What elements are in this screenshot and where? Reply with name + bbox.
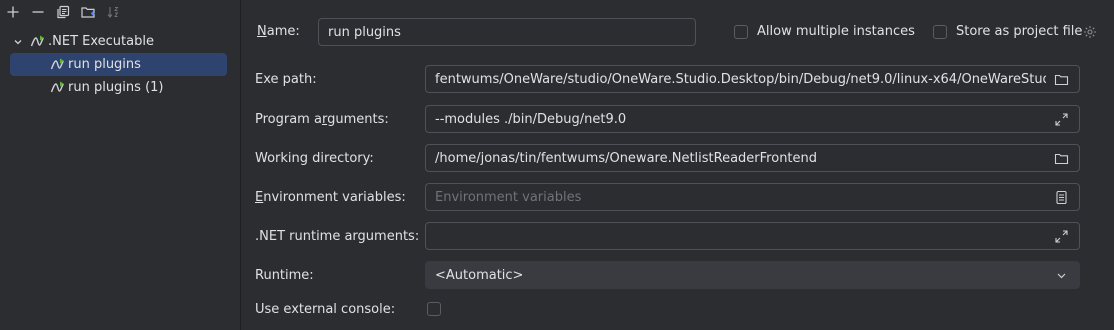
external-console-label: Use external console: — [255, 302, 396, 317]
tree-group-label: .NET Executable — [48, 34, 154, 49]
exe-path-label: Exe path: — [255, 72, 317, 87]
name-label: Name: — [257, 24, 300, 39]
runtime-label: Runtime: — [255, 268, 314, 283]
copy-icon[interactable] — [54, 3, 72, 21]
environment-variables-label: Environment variables: — [255, 190, 406, 205]
tree-item-run-plugins-1[interactable]: run plugins (1) — [0, 76, 240, 99]
store-project-label: Store as project file — [956, 24, 1083, 39]
tree-item-label: run plugins — [68, 57, 141, 72]
chevron-down-icon[interactable] — [11, 35, 25, 49]
dotnet-config-icon — [50, 80, 66, 96]
external-console-checkbox[interactable] — [427, 302, 441, 316]
tree-group-dotnet-executable[interactable]: .NET Executable — [0, 30, 240, 53]
configurations-tree: .NET Executable run plugins run plugins … — [0, 30, 240, 99]
run-configuration-dialog: .NET Executable run plugins run plugins … — [0, 0, 1114, 330]
folder-icon[interactable] — [1052, 70, 1070, 88]
exe-path-value: fentwums/OneWare/studio/OneWare.Studio.D… — [435, 71, 1046, 87]
expand-icon[interactable] — [1052, 110, 1070, 128]
configurations-panel: .NET Executable run plugins run plugins … — [0, 0, 240, 330]
program-arguments-value: --modules ./bin/Debug/net9.0 — [435, 111, 627, 127]
add-icon[interactable] — [4, 3, 22, 21]
new-folder-icon[interactable] — [79, 3, 97, 21]
name-input[interactable]: run plugins — [318, 18, 696, 46]
environment-variables-input[interactable]: Environment variables — [425, 183, 1080, 211]
sort-icon — [104, 3, 122, 21]
working-directory-value: /home/jonas/tin/fentwums/Oneware.Netlist… — [435, 150, 818, 166]
tree-item-run-plugins[interactable]: run plugins — [10, 53, 227, 76]
exe-path-input[interactable]: fentwums/OneWare/studio/OneWare.Studio.D… — [425, 65, 1080, 93]
tree-item-label: run plugins (1) — [68, 80, 164, 95]
runtime-value: <Automatic> — [435, 267, 524, 283]
runtime-select[interactable]: <Automatic> — [425, 261, 1080, 289]
runtime-arguments-label: .NET runtime arguments: — [255, 229, 420, 244]
runtime-arguments-input[interactable] — [425, 222, 1080, 250]
environment-variables-placeholder: Environment variables — [435, 189, 582, 205]
folder-icon[interactable] — [1052, 149, 1070, 167]
name-value: run plugins — [328, 24, 401, 40]
gear-icon[interactable] — [1083, 25, 1097, 39]
allow-multiple-label: Allow multiple instances — [757, 24, 915, 39]
remove-icon[interactable] — [29, 3, 47, 21]
dotnet-config-icon — [50, 57, 66, 73]
configurations-toolbar — [2, 2, 122, 22]
chevron-down-icon[interactable] — [1052, 266, 1070, 284]
store-project-checkbox[interactable] — [933, 25, 947, 39]
configuration-form: Name: run plugins Allow multiple instanc… — [241, 0, 1114, 330]
document-icon[interactable] — [1052, 188, 1070, 206]
program-arguments-input[interactable]: --modules ./bin/Debug/net9.0 — [425, 105, 1080, 133]
allow-multiple-checkbox[interactable] — [734, 25, 748, 39]
expand-icon[interactable] — [1052, 227, 1070, 245]
working-directory-label: Working directory: — [255, 151, 374, 166]
working-directory-input[interactable]: /home/jonas/tin/fentwums/Oneware.Netlist… — [425, 144, 1080, 172]
dotnet-icon — [30, 34, 46, 50]
program-arguments-label: Program arguments: — [255, 112, 389, 127]
